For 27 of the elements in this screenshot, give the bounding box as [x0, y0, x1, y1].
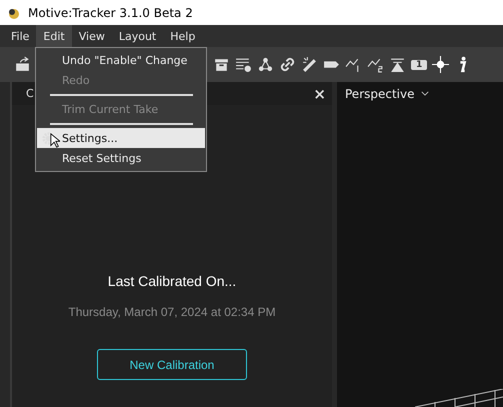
chevron-down-icon: [420, 91, 428, 96]
mouse-cursor-icon: [50, 133, 60, 148]
panel-tab[interactable]: C: [26, 87, 34, 100]
menu-item[interactable]: Edit: [36, 25, 72, 47]
nodes-icon[interactable]: [257, 56, 274, 73]
folder-icon[interactable]: [14, 56, 31, 73]
chart-icon[interactable]: [367, 56, 384, 73]
menu-item[interactable]: Help: [163, 25, 202, 47]
menu-item[interactable]: File: [4, 25, 36, 47]
crosshair-icon[interactable]: [432, 56, 450, 73]
menu-item[interactable]: Layout: [112, 25, 164, 47]
archive-icon[interactable]: [213, 56, 230, 73]
new-calibration-button[interactable]: New Calibration: [97, 349, 247, 380]
menu-entry[interactable]: Undo "Enable" Change: [37, 50, 205, 70]
link-icon[interactable]: [279, 56, 296, 73]
wand-icon[interactable]: [301, 56, 318, 73]
menu-item[interactable]: View: [72, 25, 112, 47]
gear-icon: [41, 130, 56, 146]
calibration-heading: Last Calibrated On...: [108, 273, 236, 289]
number-badge[interactable]: 1: [411, 60, 428, 70]
list-settings-icon[interactable]: [235, 56, 252, 73]
close-button[interactable]: ×: [313, 84, 326, 102]
menu-entry[interactable]: Settings...: [37, 128, 205, 148]
window-title: Motive:Tracker 3.1.0 Beta 2: [28, 6, 193, 20]
menu-entry[interactable]: Reset Settings: [37, 148, 205, 168]
calibration-date: Thursday, March 07, 2024 at 02:34 PM: [68, 305, 276, 319]
view-dropdown[interactable]: Perspective: [345, 86, 428, 100]
